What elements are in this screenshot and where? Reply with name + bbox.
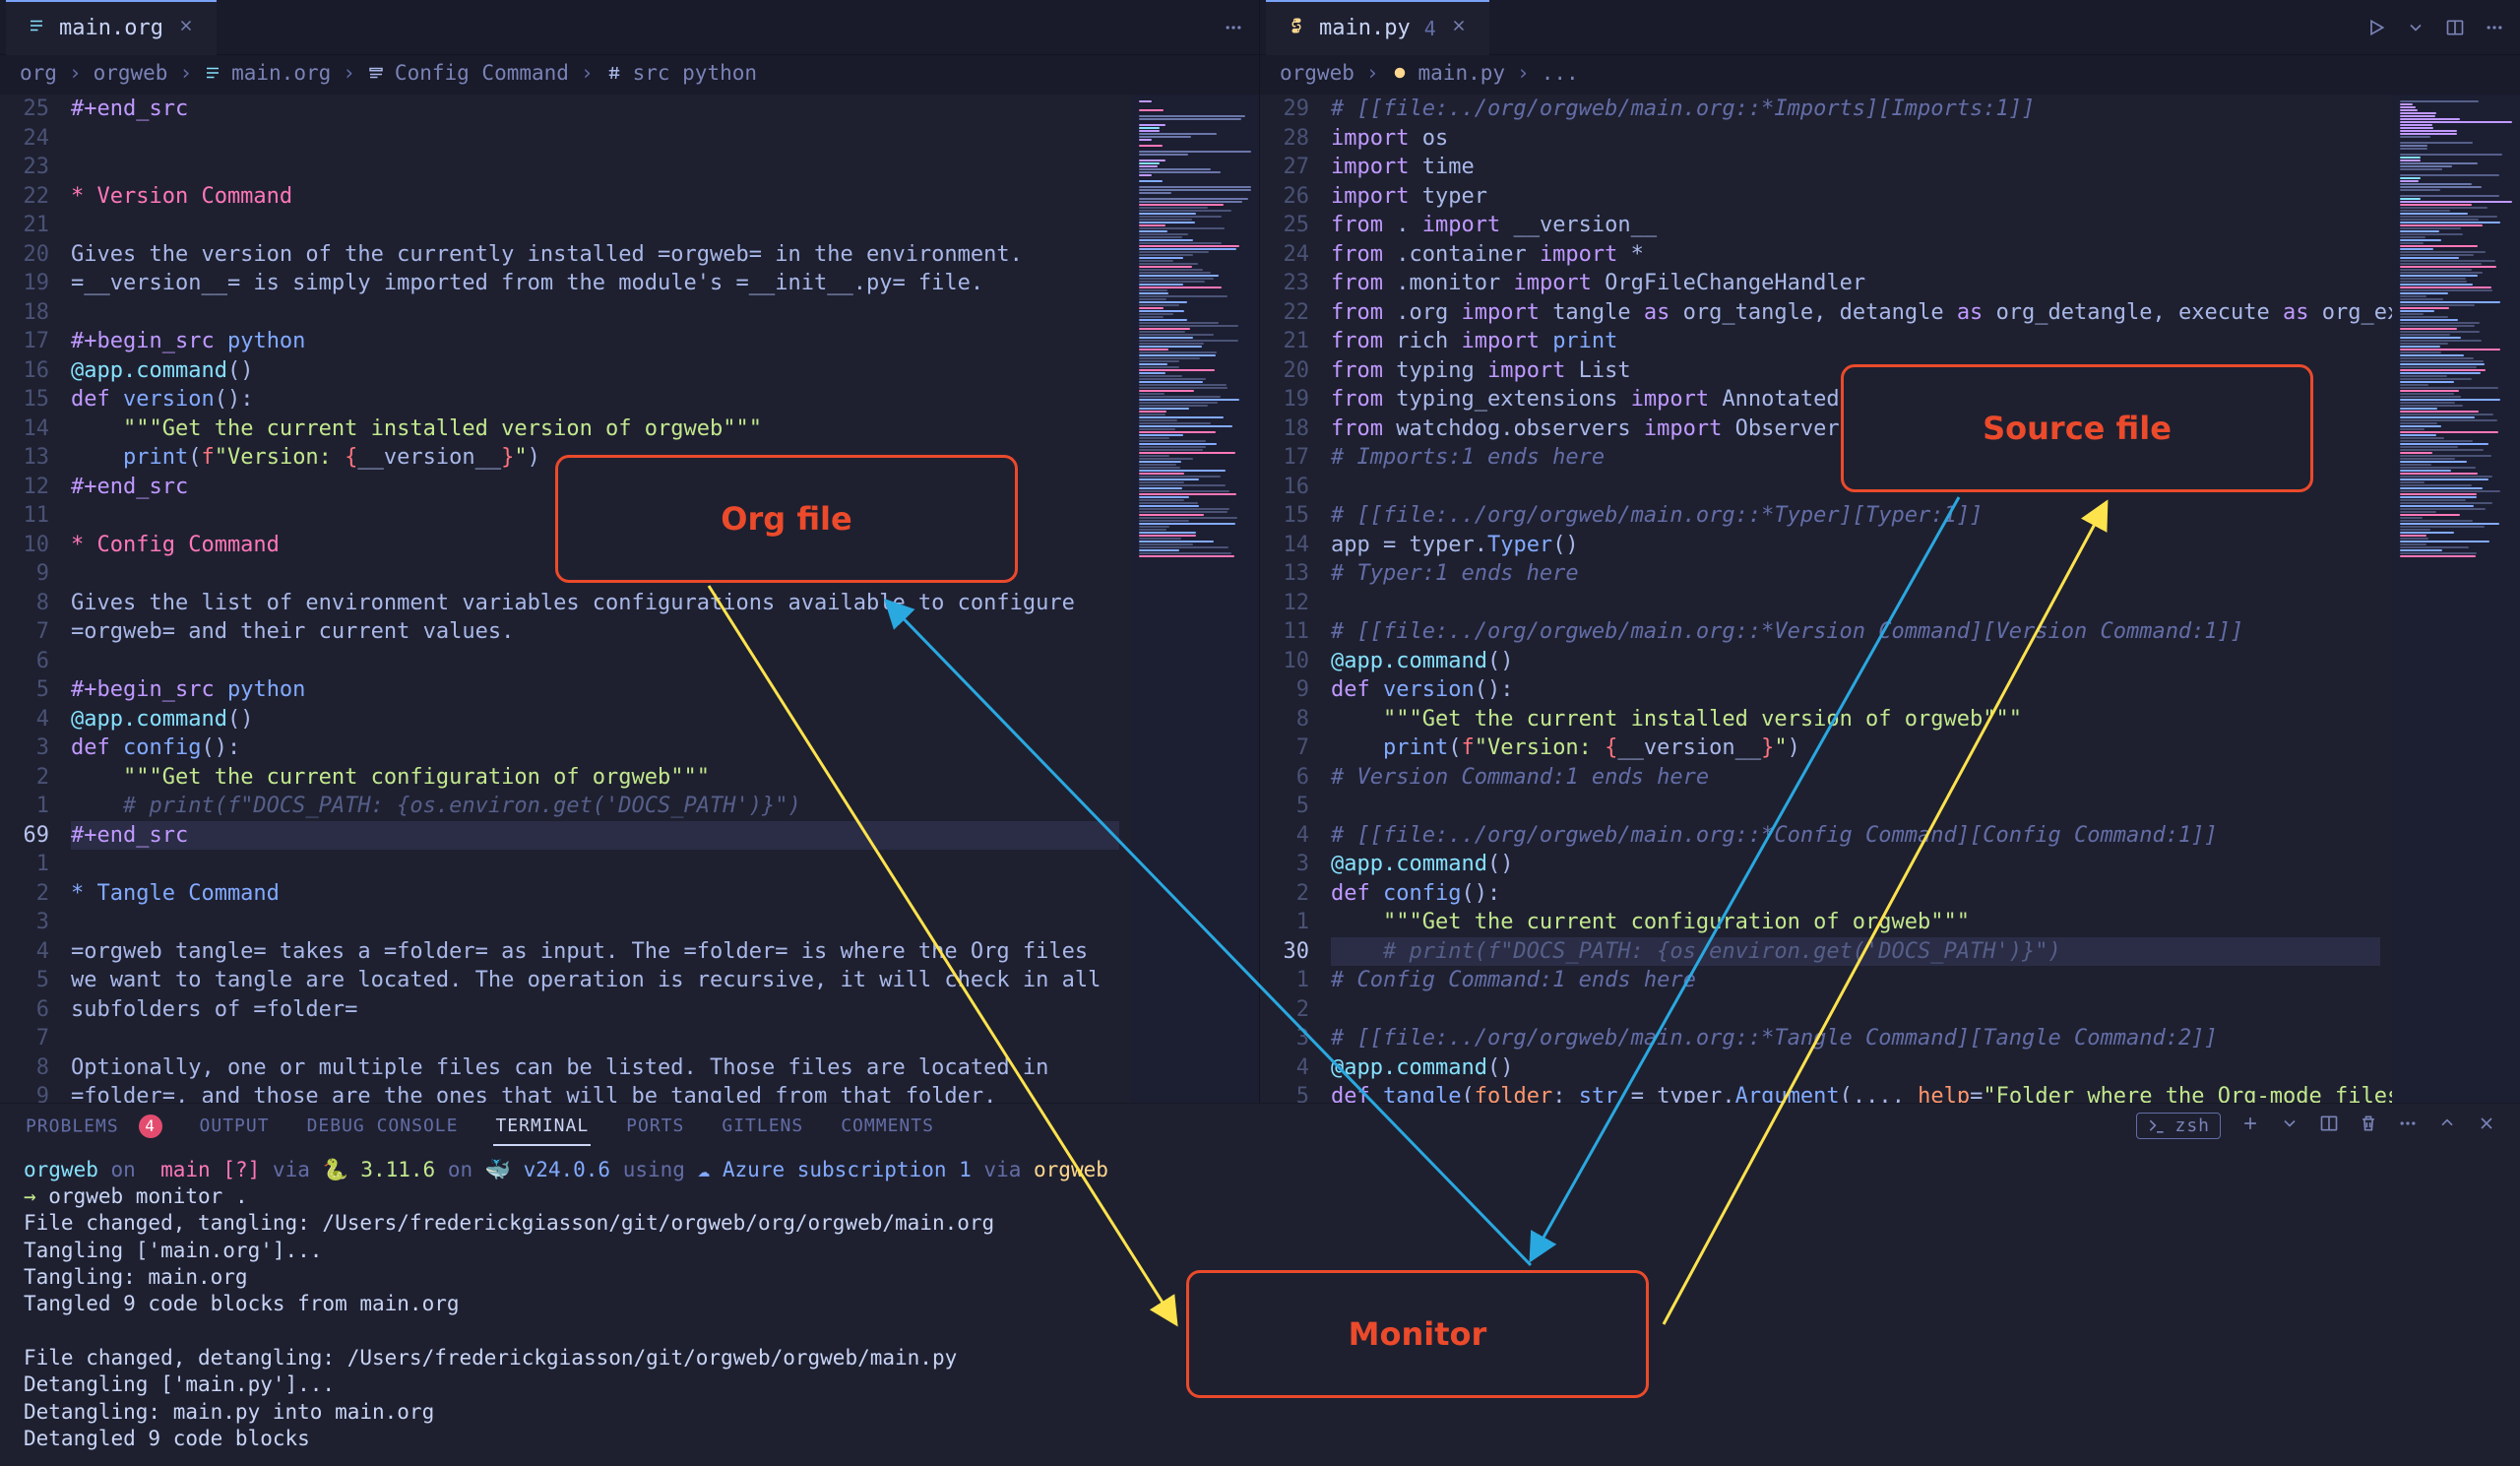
panel-tab-output[interactable]: OUTPUT bbox=[198, 1106, 272, 1146]
new-terminal-icon[interactable] bbox=[2240, 1114, 2260, 1138]
minimap-right[interactable] bbox=[2392, 95, 2520, 1103]
org-file-icon bbox=[28, 16, 45, 40]
panel-tab-gitlens[interactable]: GITLENS bbox=[720, 1106, 805, 1146]
tab-main-py[interactable]: main.py 4 bbox=[1266, 0, 1489, 55]
python-file-icon bbox=[1288, 16, 1305, 40]
panel-more-icon[interactable] bbox=[2398, 1114, 2418, 1138]
code-right[interactable]: # [[file:../org/orgweb/main.org::*Import… bbox=[1331, 95, 2392, 1103]
breadcrumb-right[interactable]: orgweb›main.py›... bbox=[1260, 55, 2520, 95]
panel-tab-problems[interactable]: PROBLEMS 4 bbox=[24, 1105, 164, 1148]
tab-dirty-count: 4 bbox=[1424, 17, 1436, 40]
panel-tab-bar: PROBLEMS 4 OUTPUT DEBUG CONSOLE TERMINAL… bbox=[0, 1104, 2520, 1149]
split-terminal-icon[interactable] bbox=[2319, 1114, 2339, 1138]
panel-tab-debug[interactable]: DEBUG CONSOLE bbox=[305, 1106, 461, 1146]
terminal-shell-selector[interactable]: zsh bbox=[2136, 1113, 2221, 1139]
editor-more-icon[interactable] bbox=[2475, 8, 2514, 47]
gutter-right: 2928272625242322212019181716151413121110… bbox=[1260, 95, 1331, 1103]
panel-tab-terminal[interactable]: TERMINAL bbox=[493, 1106, 591, 1146]
panel-tab-comments[interactable]: COMMENTS bbox=[839, 1106, 936, 1146]
code-left[interactable]: #+end_src* Version CommandGives the vers… bbox=[71, 95, 1131, 1103]
tab-main-org[interactable]: main.org bbox=[6, 0, 217, 55]
minimap-left[interactable] bbox=[1131, 95, 1259, 1103]
editor-pane-left: main.org org›orgweb›main.org›Config Comm… bbox=[0, 0, 1260, 1103]
tab-bar-left: main.org bbox=[0, 0, 1259, 55]
close-icon[interactable] bbox=[1450, 16, 1468, 40]
tab-label: main.org bbox=[59, 16, 163, 40]
bottom-panel: PROBLEMS 4 OUTPUT DEBUG CONSOLE TERMINAL… bbox=[0, 1103, 2520, 1466]
problems-badge: 4 bbox=[139, 1115, 162, 1138]
run-icon[interactable] bbox=[2357, 8, 2396, 47]
terminal-output[interactable]: orgweb on main [?] via 🐍 3.11.6 on 🐳 v24… bbox=[0, 1149, 2520, 1466]
close-panel-icon[interactable] bbox=[2477, 1114, 2496, 1138]
editor-pane-right: main.py 4 bbox=[1260, 0, 2520, 1103]
maximize-panel-icon[interactable] bbox=[2437, 1114, 2457, 1138]
tab-bar-right: main.py 4 bbox=[1260, 0, 2520, 55]
gutter-left: 2524232221201918171615141312111098765432… bbox=[0, 95, 71, 1103]
panel-tab-ports[interactable]: PORTS bbox=[624, 1106, 686, 1146]
editor-more-icon[interactable] bbox=[1214, 8, 1253, 47]
breadcrumb-left[interactable]: org›orgweb›main.org›Config Command›src p… bbox=[0, 55, 1259, 95]
run-chevron-icon[interactable] bbox=[2396, 8, 2435, 47]
tab-label: main.py bbox=[1319, 16, 1411, 40]
trash-icon[interactable] bbox=[2359, 1114, 2378, 1138]
terminal-chevron-icon[interactable] bbox=[2280, 1114, 2300, 1138]
split-icon[interactable] bbox=[2435, 8, 2475, 47]
close-icon[interactable] bbox=[177, 16, 195, 40]
